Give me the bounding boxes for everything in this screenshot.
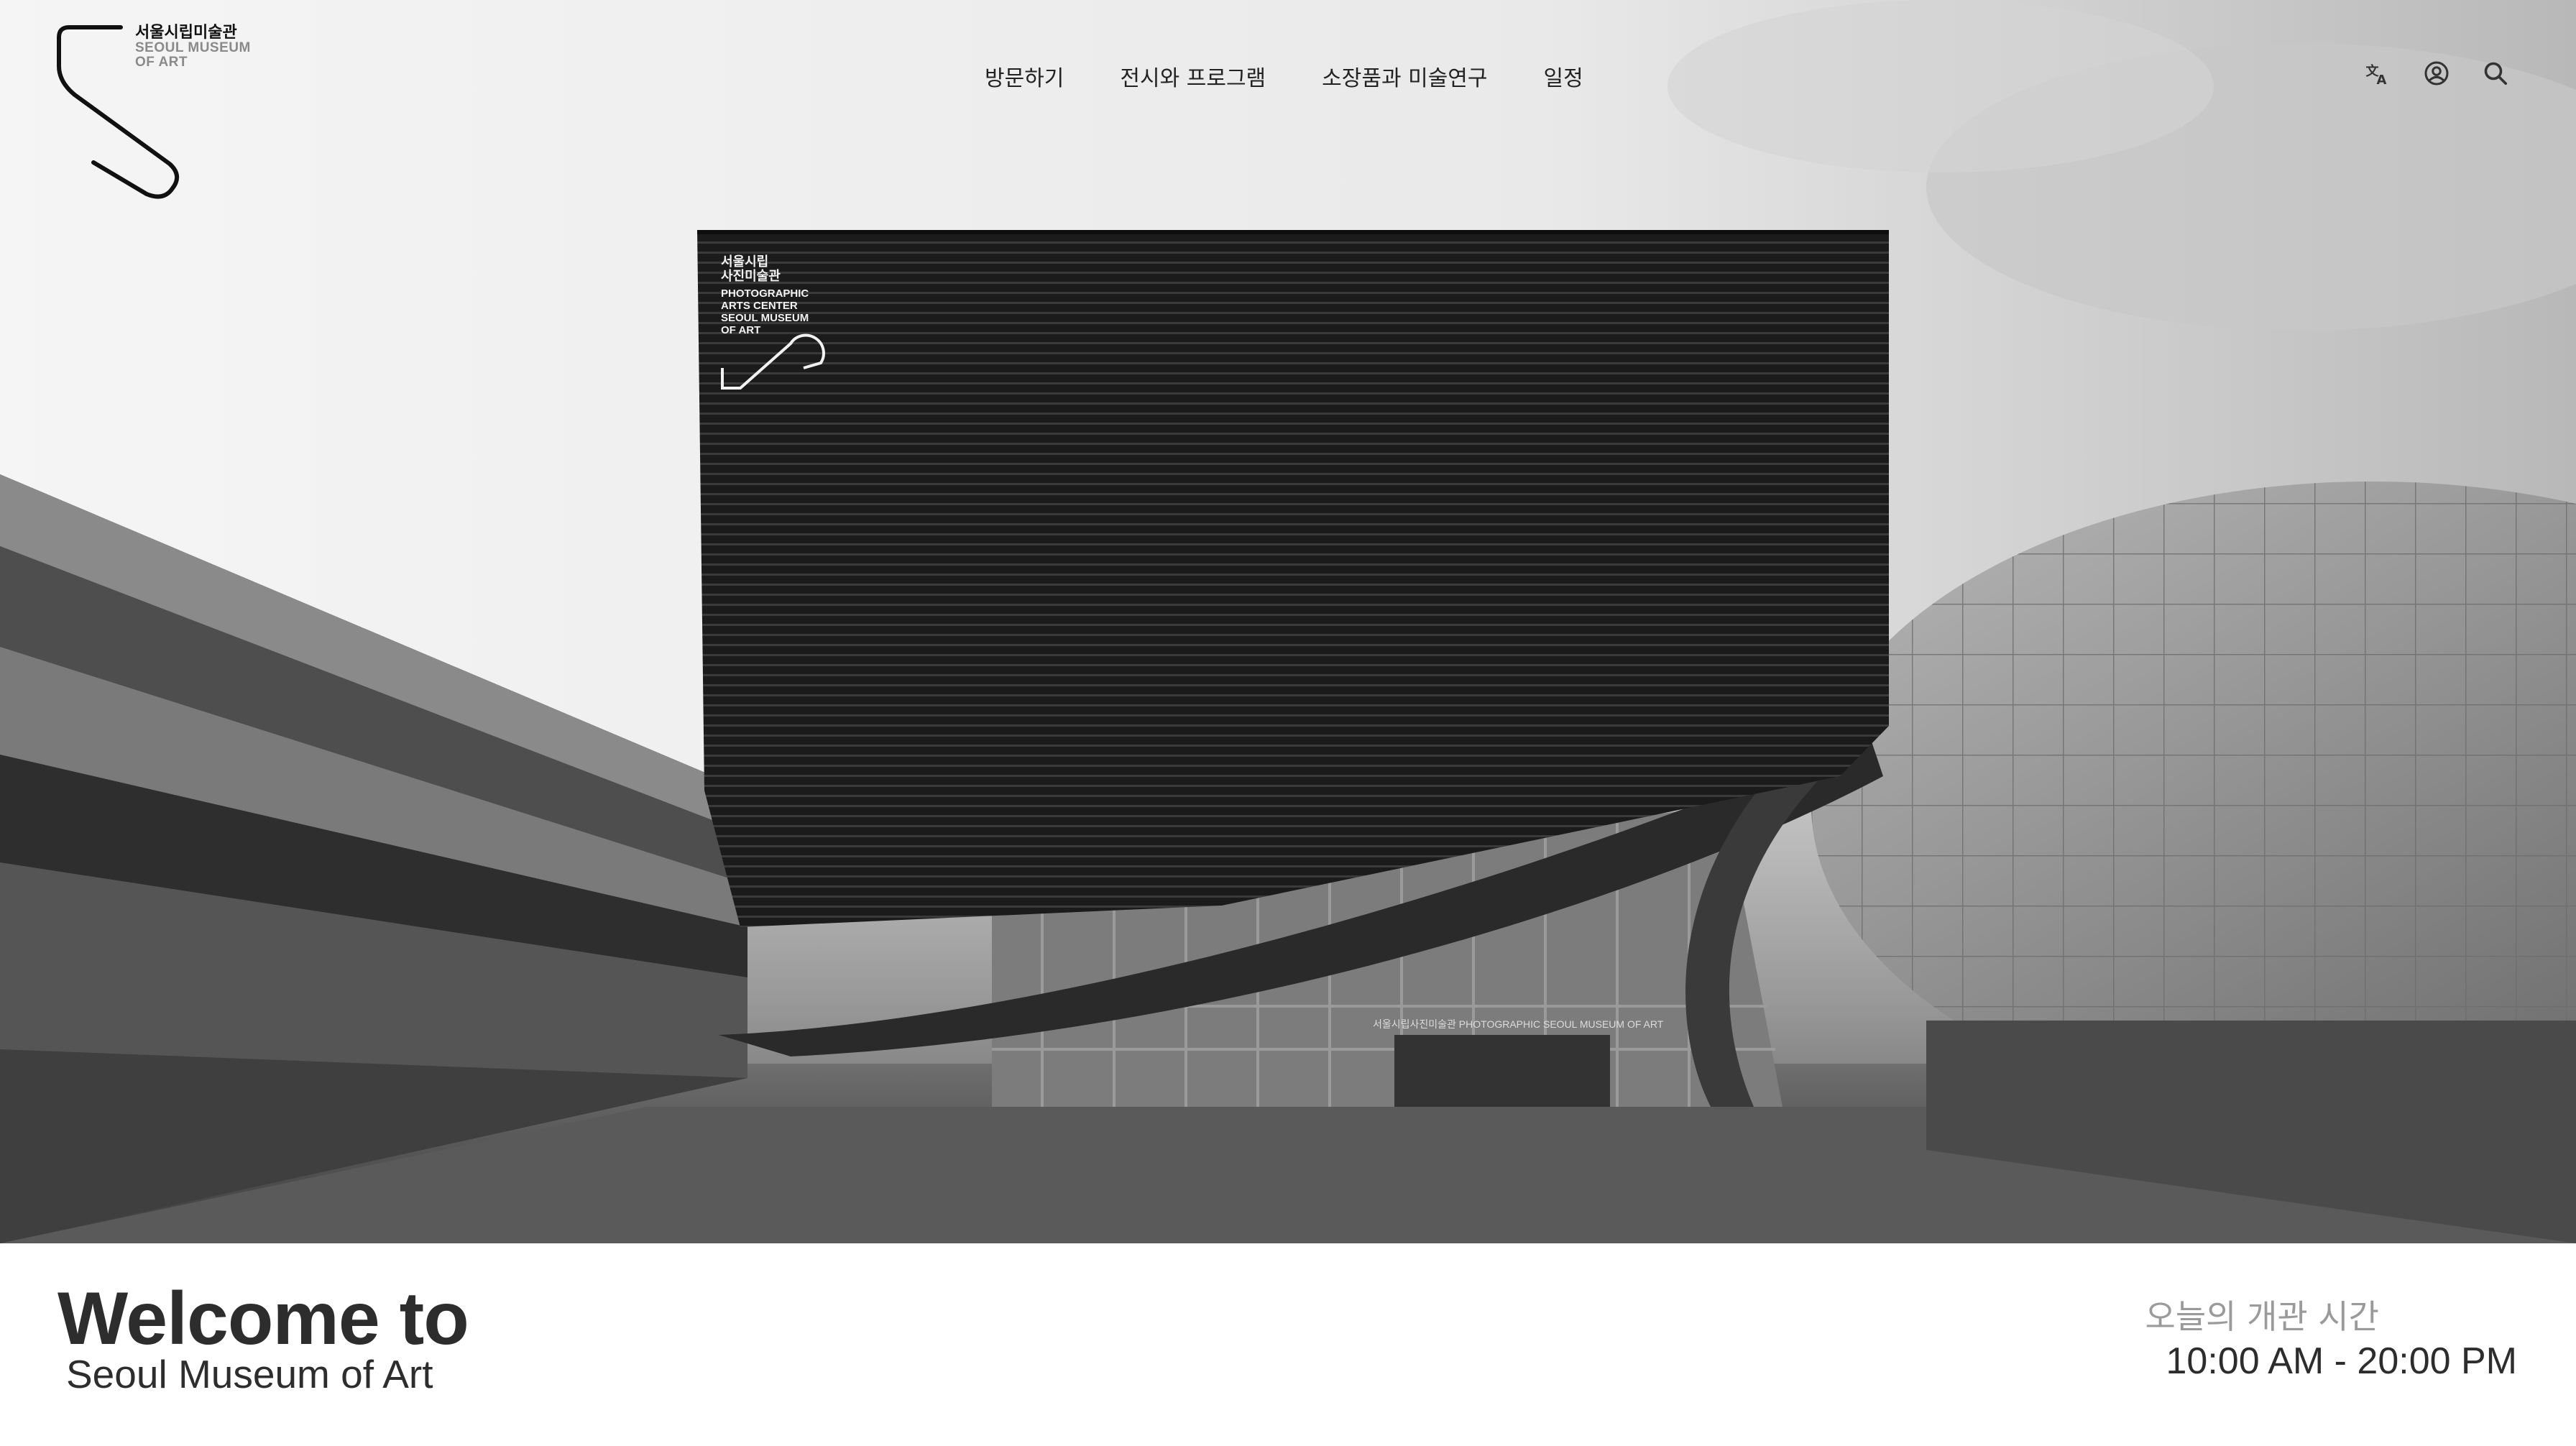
nav-item-visit[interactable]: 방문하기 bbox=[985, 60, 1064, 92]
welcome-title: Welcome to bbox=[58, 1277, 469, 1360]
museum-building-photo: 서울시립 사진미술관 PHOTOGRAPHIC ARTS CENTER SEOU… bbox=[0, 0, 2576, 1243]
logo-english-1: SEOUL MUSEUM bbox=[135, 40, 251, 56]
logo-korean: 서울시립미술관 bbox=[135, 24, 237, 42]
svg-text:A: A bbox=[2377, 73, 2387, 86]
building-sign-korean-1: 서울시립 bbox=[721, 254, 768, 269]
welcome-subtitle: Seoul Museum of Art bbox=[66, 1352, 433, 1396]
opening-hours-value: 10:00 AM - 20:00 PM bbox=[2166, 1340, 2518, 1382]
nav-item-collection[interactable]: 소장품과 미술연구 bbox=[1322, 60, 1487, 92]
user-icon[interactable] bbox=[2424, 60, 2450, 86]
building-sign-en-4: OF ART bbox=[721, 324, 760, 336]
utility-icons: 文 A bbox=[2365, 60, 2508, 86]
logo-text[interactable]: 서울시립미술관 SEOUL MUSEUM OF ART bbox=[135, 24, 251, 70]
nav-item-schedule[interactable]: 일정 bbox=[1544, 60, 1583, 92]
opening-hours-label: 오늘의 개관 시간 bbox=[2145, 1297, 2379, 1336]
logo-english-2: OF ART bbox=[135, 55, 188, 70]
building-sign-korean-2: 사진미술관 bbox=[721, 269, 781, 283]
hero-image: 서울시립 사진미술관 PHOTOGRAPHIC ARTS CENTER SEOU… bbox=[0, 0, 2576, 1243]
building-sign-en-3: SEOUL MUSEUM bbox=[721, 312, 809, 324]
language-icon[interactable]: 文 A bbox=[2365, 60, 2391, 86]
welcome-section: Welcome to Seoul Museum of Art 오늘의 개관 시간… bbox=[0, 1243, 2576, 1446]
building-sign-en-1: PHOTOGRAPHIC bbox=[721, 287, 809, 300]
search-icon[interactable] bbox=[2483, 60, 2508, 86]
building-sign-en-2: ARTS CENTER bbox=[721, 300, 798, 312]
nav-item-exhibitions[interactable]: 전시와 프로그램 bbox=[1120, 60, 1266, 92]
main-nav: 방문하기 전시와 프로그램 소장품과 미술연구 일정 bbox=[985, 60, 1583, 92]
entrance-sign: 서울시립사진미술관 PHOTOGRAPHIC SEOUL MUSEUM OF A… bbox=[1373, 1018, 1664, 1030]
